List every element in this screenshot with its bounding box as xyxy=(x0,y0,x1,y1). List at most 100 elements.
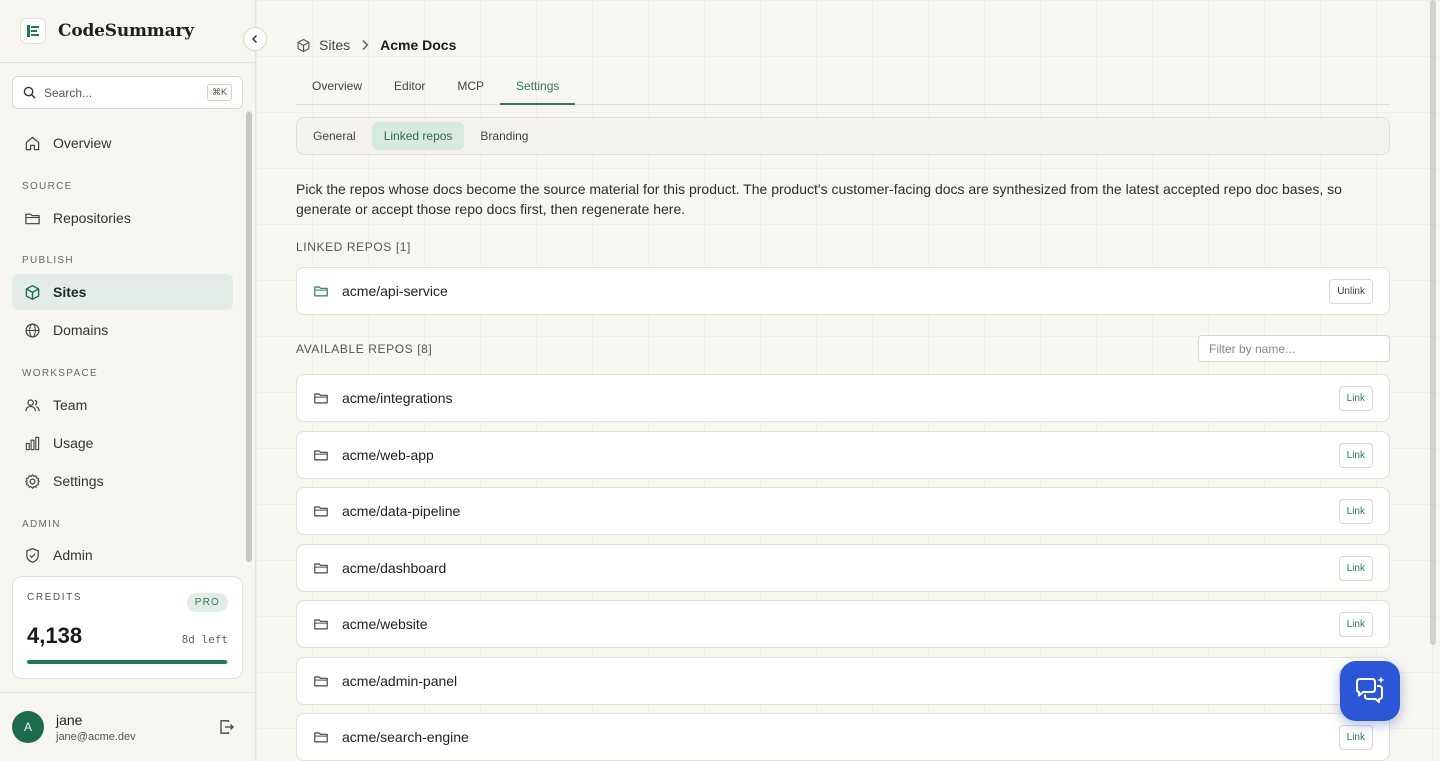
tab-editor[interactable]: Editor xyxy=(378,68,441,104)
folder-icon xyxy=(313,447,329,463)
repo-name: acme/admin-panel xyxy=(342,672,458,689)
chat-support-button[interactable] xyxy=(1340,661,1400,721)
gear-icon xyxy=(24,473,41,490)
sidebar-scrollbar-thumb[interactable] xyxy=(246,112,252,562)
sidebar-item-label: Team xyxy=(53,397,88,413)
breadcrumb-current: Acme Docs xyxy=(380,37,457,53)
subtab-general[interactable]: General xyxy=(301,122,368,150)
settings-subtabs: General Linked repos Branding xyxy=(296,117,1390,155)
filter-input[interactable] xyxy=(1198,335,1390,362)
sidebar-item-admin[interactable]: Admin xyxy=(12,537,233,573)
chevron-right-icon xyxy=(360,39,370,51)
credits-time-left: 8d left xyxy=(181,633,228,646)
tab-mcp[interactable]: MCP xyxy=(441,68,500,104)
linked-repos-heading: LINKED REPOS [1] xyxy=(296,240,411,254)
user-info: jane jane@acme.dev xyxy=(56,712,136,743)
tab-overview[interactable]: Overview xyxy=(296,68,378,104)
nav-section-admin: ADMIN xyxy=(22,519,61,530)
repo-name: acme/web-app xyxy=(342,446,434,463)
breadcrumb: Sites Acme Docs xyxy=(296,37,456,53)
available-repo-row: acme/integrations Link xyxy=(296,374,1390,422)
repo-name: acme/search-engine xyxy=(342,729,469,745)
collapse-sidebar-button[interactable] xyxy=(243,27,267,51)
logout-icon[interactable] xyxy=(219,719,235,740)
sidebar-item-label: Settings xyxy=(53,473,104,489)
bar-chart-icon xyxy=(24,435,41,452)
folder-icon xyxy=(313,673,329,689)
users-icon xyxy=(24,397,41,414)
main-content: Sites Acme Docs Overview Editor MCP Sett… xyxy=(256,0,1440,761)
available-repo-row: acme/web-app Link xyxy=(296,430,1390,479)
linked-repos-description: Pick the repos whose docs become the sou… xyxy=(296,181,1342,217)
cube-icon xyxy=(24,284,41,301)
sidebar-item-repositories[interactable]: Repositories xyxy=(12,200,233,236)
link-button[interactable]: Link xyxy=(1338,555,1373,581)
available-repo-row: acme/website Link xyxy=(296,600,1390,648)
available-repo-row: acme/data-pipeline Link xyxy=(296,487,1390,535)
credits-card: CREDITS PRO 4,138 8d left xyxy=(12,576,243,679)
repo-name: acme/dashboard xyxy=(342,559,447,576)
repo-name: acme/data-pipeline xyxy=(342,503,461,519)
search-shortcut: ⌘K xyxy=(206,84,232,101)
subtab-branding[interactable]: Branding xyxy=(468,122,540,150)
available-repo-row: acme/admin-panelLink xyxy=(296,656,1390,705)
sidebar-item-label: Usage xyxy=(53,435,94,451)
link-button[interactable]: Link xyxy=(1338,386,1373,411)
user-name: jane xyxy=(56,711,83,728)
main-scrollbar-thumb[interactable] xyxy=(1430,0,1436,645)
sidebar-item-usage[interactable]: Usage xyxy=(12,425,233,461)
folder-icon xyxy=(24,210,41,227)
nav-section-source: SOURCE xyxy=(22,181,73,192)
search-icon xyxy=(23,86,36,99)
sidebar-item-domains[interactable]: Domains xyxy=(12,312,233,348)
shield-check-icon xyxy=(24,547,41,564)
folder-icon xyxy=(313,560,329,576)
chevron-left-icon xyxy=(249,33,261,45)
home-icon xyxy=(24,135,41,152)
sidebar-item-overview[interactable]: Overview xyxy=(12,125,233,161)
link-button[interactable]: Link xyxy=(1338,442,1373,468)
sidebar-item-label: Overview xyxy=(53,135,112,151)
link-button[interactable]: Link xyxy=(1338,499,1373,524)
sidebar-item-sites[interactable]: Sites xyxy=(12,274,233,310)
folder-icon xyxy=(313,503,329,519)
search-placeholder: Search... xyxy=(44,85,93,100)
link-button[interactable]: Link xyxy=(1338,725,1373,750)
sidebar-item-label: Domains xyxy=(53,322,109,338)
chat-bubbles-icon xyxy=(1353,676,1387,706)
available-repo-row: acme/dashboard Link xyxy=(296,543,1390,592)
breadcrumb-sites-link[interactable]: Sites xyxy=(319,37,350,53)
sidebar: CodeSummary Search... ⌘K Overview SOURCE… xyxy=(0,0,256,761)
folder-icon xyxy=(313,616,329,632)
sidebar-item-team[interactable]: Team xyxy=(12,387,233,423)
nav-section-publish: PUBLISH xyxy=(22,255,74,266)
brand[interactable]: CodeSummary xyxy=(0,0,255,63)
link-button[interactable]: Link xyxy=(1338,612,1373,637)
unlink-button[interactable]: Unlink xyxy=(1329,279,1373,304)
avatar: A xyxy=(12,711,44,743)
globe-icon xyxy=(24,322,41,339)
sidebar-item-label: Admin xyxy=(53,547,93,563)
user-profile[interactable]: A jane jane@acme.dev xyxy=(0,692,256,761)
plan-badge: PRO xyxy=(186,593,228,612)
repo-name: acme/api-service xyxy=(342,283,448,299)
nav-section-workspace: WORKSPACE xyxy=(22,368,98,379)
tab-settings[interactable]: Settings xyxy=(500,68,576,105)
search-box[interactable]: Search... ⌘K xyxy=(12,76,243,109)
available-repo-row: acme/search-engine Link xyxy=(296,713,1390,761)
linked-repo-row: acme/api-service Unlink xyxy=(296,267,1390,315)
credits-progress-bar xyxy=(27,660,229,664)
repo-name: acme/integrations xyxy=(342,390,453,406)
sidebar-item-label: Repositories xyxy=(53,210,131,226)
folder-icon xyxy=(313,729,329,745)
cube-icon xyxy=(296,38,311,53)
subtab-linked-repos[interactable]: Linked repos xyxy=(371,122,465,150)
folder-icon xyxy=(313,390,329,406)
page-tabs: Overview Editor MCP Settings xyxy=(296,68,1390,105)
sidebar-item-settings[interactable]: Settings xyxy=(12,463,233,499)
app-logo-icon xyxy=(20,18,46,44)
credits-value: 4,138 xyxy=(27,623,83,648)
available-repos-heading: AVAILABLE REPOS [8] xyxy=(296,342,433,356)
app-name: CodeSummary xyxy=(58,21,194,41)
user-email: jane@acme.dev xyxy=(56,730,136,743)
